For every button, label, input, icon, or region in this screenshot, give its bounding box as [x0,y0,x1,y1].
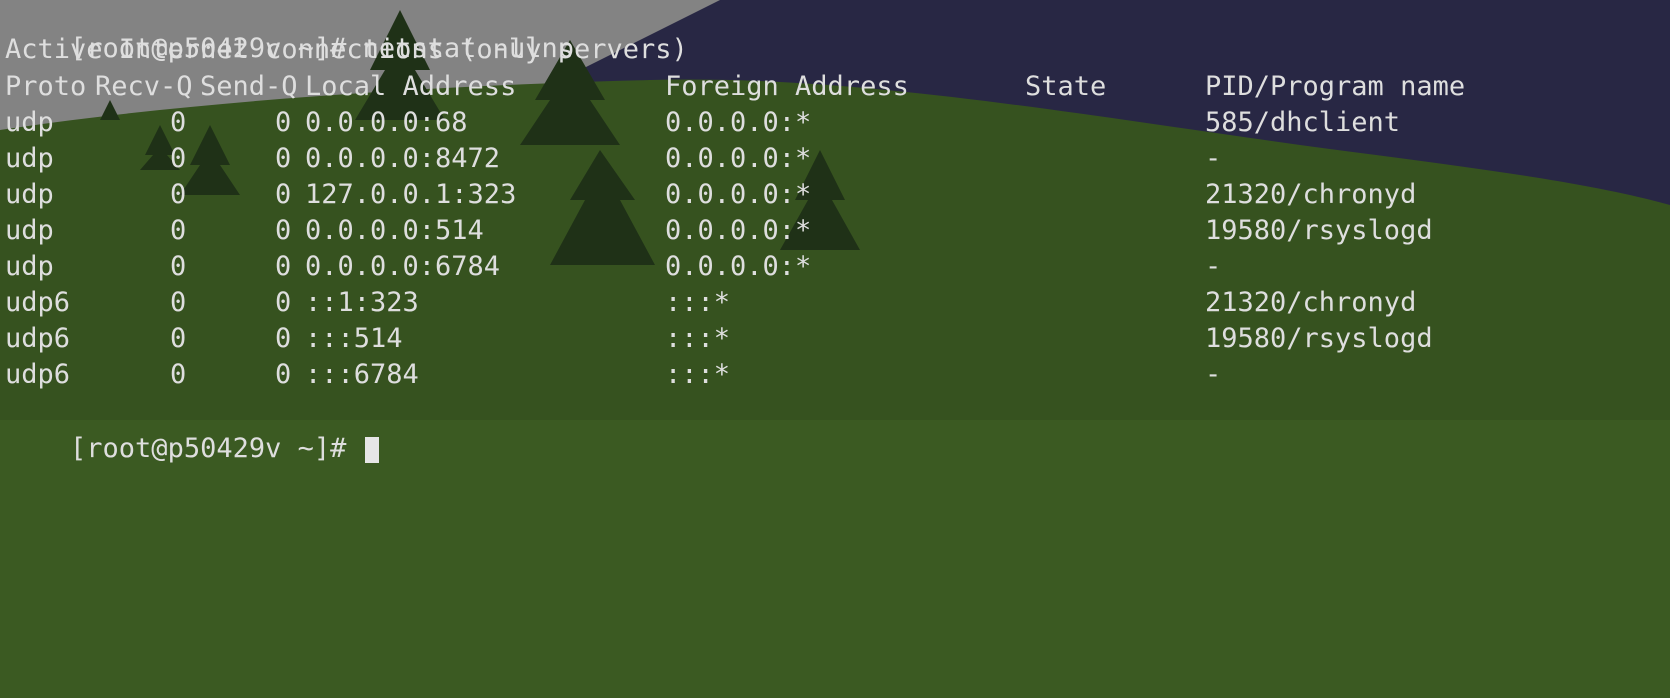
cell-local-address: 0.0.0.0:68 [305,107,468,138]
table-row: udp6 0 0 :::514 :::* 19580/rsyslogd [5,320,1665,358]
cell-recv-q: 0 [170,323,187,354]
header-pid-program: PID/Program name [1205,71,1466,102]
table-row: udp 0 0 0.0.0.0:514 0.0.0.0:* 19580/rsys… [5,212,1665,250]
table-row: udp 0 0 0.0.0.0:68 0.0.0.0:* 585/dhclien… [5,104,1665,142]
cell-proto: udp [5,107,54,138]
cell-foreign-address: 0.0.0.0:* [665,215,812,246]
cell-send-q: 0 [275,143,292,174]
cell-foreign-address: 0.0.0.0:* [665,179,812,210]
cell-local-address: 0.0.0.0:6784 [305,251,501,282]
cell-proto: udp [5,251,54,282]
cell-foreign-address: :::* [665,323,731,354]
cell-recv-q: 0 [170,179,187,210]
cell-proto: udp [5,179,54,210]
output-heading: Active Internet connections (only server… [5,34,688,65]
header-proto: Proto [5,71,87,102]
header-foreign-address: Foreign Address [665,71,909,102]
table-row: udp 0 0 0.0.0.0:6784 0.0.0.0:* - [5,248,1665,286]
cell-send-q: 0 [275,323,292,354]
cell-pid-program: 21320/chronyd [1205,287,1417,318]
header-local-address: Local Address [305,71,517,102]
cell-send-q: 0 [275,179,292,210]
table-header: Proto Recv-Q Send-Q Local Address Foreig… [5,68,1665,106]
cell-pid-program: - [1205,143,1222,174]
cell-recv-q: 0 [170,251,187,282]
cell-proto: udp6 [5,359,71,390]
cell-recv-q: 0 [170,215,187,246]
cell-send-q: 0 [275,215,292,246]
cell-pid-program: 585/dhclient [1205,107,1401,138]
table-row: udp6 0 0 ::1:323 :::* 21320/chronyd [5,284,1665,322]
cell-pid-program: - [1205,251,1222,282]
cell-pid-program: 19580/rsyslogd [1205,215,1433,246]
cell-send-q: 0 [275,251,292,282]
cell-recv-q: 0 [170,359,187,390]
cell-local-address: 127.0.0.1:323 [305,179,517,210]
cell-send-q: 0 [275,107,292,138]
table-row: udp 0 0 127.0.0.1:323 0.0.0.0:* 21320/ch… [5,176,1665,214]
cell-foreign-address: 0.0.0.0:* [665,107,812,138]
cell-local-address: :::514 [305,323,403,354]
cell-pid-program: - [1205,359,1222,390]
command-line: [root@p50429v ~]# netstat -ulnp [5,0,574,64]
cell-recv-q: 0 [170,107,187,138]
shell-prompt: [root@p50429v ~]# [70,433,363,464]
cell-send-q: 0 [275,287,292,318]
cell-proto: udp6 [5,287,71,318]
cell-proto: udp6 [5,323,71,354]
cell-local-address: 0.0.0.0:8472 [305,143,501,174]
header-state: State [1025,71,1107,102]
text-cursor [364,436,379,463]
cell-proto: udp [5,215,54,246]
header-send-q: Send-Q [200,71,298,102]
next-prompt-line[interactable]: [root@p50429v ~]# [5,392,379,464]
cell-recv-q: 0 [170,143,187,174]
cell-recv-q: 0 [170,287,187,318]
terminal-window[interactable]: [root@p50429v ~]# netstat -ulnp Active I… [0,0,1670,464]
cell-foreign-address: 0.0.0.0:* [665,251,812,282]
cell-proto: udp [5,143,54,174]
cell-local-address: ::1:323 [305,287,419,318]
cell-pid-program: 19580/rsyslogd [1205,323,1433,354]
table-row: udp 0 0 0.0.0.0:8472 0.0.0.0:* - [5,140,1665,178]
cell-send-q: 0 [275,359,292,390]
cell-local-address: 0.0.0.0:514 [305,215,484,246]
cell-pid-program: 21320/chronyd [1205,179,1417,210]
table-row: udp6 0 0 :::6784 :::* - [5,356,1665,394]
cell-foreign-address: 0.0.0.0:* [665,143,812,174]
cell-foreign-address: :::* [665,287,731,318]
cell-local-address: :::6784 [305,359,419,390]
cell-foreign-address: :::* [665,359,731,390]
header-recv-q: Recv-Q [95,71,193,102]
